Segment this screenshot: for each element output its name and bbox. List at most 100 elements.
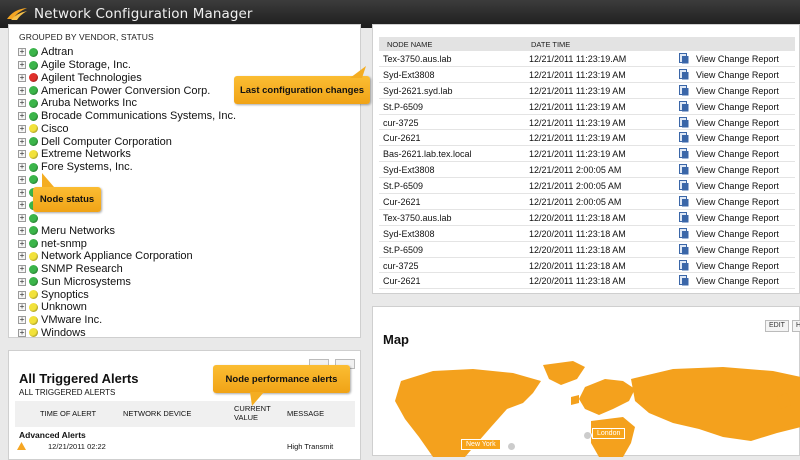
expand-icon[interactable]: + (18, 214, 26, 223)
expand-icon[interactable]: + (18, 328, 26, 337)
col-network-device[interactable]: NETWORK DEVICE (123, 409, 191, 418)
london-node-icon[interactable] (583, 431, 592, 440)
change-report-icon[interactable] (679, 243, 689, 255)
table-row[interactable]: St.P-6509 12/20/2011 11:23:18 AM View Chan… (379, 242, 795, 258)
view-change-report-link[interactable]: View Change Report (696, 165, 779, 175)
vendor-tree-item[interactable]: + SNMP Research (18, 263, 348, 276)
vendor-tree-item[interactable]: + Dell Computer Corporation (18, 135, 348, 148)
node-name-cell[interactable]: St.P-6509 (383, 102, 423, 112)
expand-icon[interactable]: + (18, 112, 26, 121)
table-row[interactable]: St.P-6509 12/21/2011 11:23:19 AM View Chan… (379, 99, 795, 115)
node-name-cell[interactable]: Bas-2621.lab.tex.local (383, 149, 472, 159)
map-help-button[interactable]: H (792, 320, 800, 332)
view-change-report-link[interactable]: View Change Report (696, 149, 779, 159)
view-change-report-link[interactable]: View Change Report (696, 229, 779, 239)
table-row[interactable]: Syd-Ext3808 12/21/2011 11:23:19 AM View Ch… (379, 67, 795, 83)
table-row[interactable]: St.P-6509 12/21/2011 2:00:05 AM View Chang… (379, 178, 795, 195)
table-row[interactable]: Cur-2621 12/21/2011 2:00:05 AM View Change… (379, 194, 795, 210)
expand-icon[interactable]: + (18, 265, 26, 274)
view-change-report-link[interactable]: View Change Report (696, 54, 779, 64)
vendor-tree-item[interactable]: + VMware Inc. (18, 314, 348, 327)
node-name-cell[interactable]: cur-3725 (383, 118, 419, 128)
col-message[interactable]: MESSAGE (287, 409, 324, 418)
vendor-tree-item[interactable]: + Meru Networks (18, 225, 348, 238)
expand-icon[interactable]: + (18, 61, 26, 70)
vendor-tree-item[interactable]: + Cisco (18, 123, 348, 136)
table-row[interactable]: Tex-3750.aus.lab 12/21/2011 11:23:19.AM Vi… (379, 51, 795, 67)
vendor-tree-item[interactable]: + net-snmp (18, 237, 348, 250)
expand-icon[interactable]: + (18, 86, 26, 95)
change-report-icon[interactable] (679, 211, 689, 223)
vendor-tree-item[interactable]: + Synoptics (18, 288, 348, 301)
expand-icon[interactable]: + (18, 124, 26, 133)
vendor-tree-item[interactable]: + (18, 212, 348, 225)
vendor-tree-item[interactable]: + Extreme Networks (18, 148, 348, 161)
expand-icon[interactable]: + (18, 175, 26, 184)
change-report-icon[interactable] (679, 196, 689, 207)
vendor-tree-item[interactable]: + Brocade Communications Systems, Inc. (18, 110, 348, 123)
change-report-icon[interactable] (679, 53, 689, 64)
vendor-tree-item[interactable]: + Fore Systems, Inc. (18, 161, 348, 174)
table-row[interactable]: Syd-2621.syd.lab 12/21/2011 11:23:19 AM Vi… (379, 83, 795, 99)
expand-icon[interactable]: + (18, 226, 26, 235)
vendor-tree-item[interactable]: + Sun Microsystems (18, 276, 348, 289)
map-label-london[interactable]: London (592, 428, 626, 439)
change-report-icon[interactable] (679, 100, 689, 112)
expand-icon[interactable]: + (18, 239, 26, 248)
view-change-report-link[interactable]: View Change Report (696, 102, 779, 112)
node-name-cell[interactable]: St.P-6509 (383, 245, 423, 255)
expand-icon[interactable]: + (18, 303, 26, 312)
expand-icon[interactable]: + (18, 99, 26, 108)
col-time-of-alert[interactable]: TIME OF ALERT (40, 409, 96, 418)
vendor-tree-item[interactable]: + Adtran (18, 46, 348, 59)
vendor-tree-item[interactable]: + Unknown (18, 301, 348, 314)
table-row[interactable]: Tex-3750.aus.lab 12/20/2011 11:23:18 AM Vi… (379, 210, 795, 226)
node-name-cell[interactable]: Tex-3750.aus.lab (383, 213, 452, 223)
view-change-report-link[interactable]: View Change Report (696, 86, 779, 96)
table-row[interactable]: Cur-2621 12/20/2011 11:23:18 AM View Chang… (379, 273, 795, 290)
view-change-report-link[interactable]: View Change Report (696, 213, 779, 223)
view-change-report-link[interactable]: View Change Report (696, 133, 779, 143)
expand-icon[interactable]: + (18, 73, 26, 82)
expand-icon[interactable]: + (18, 188, 26, 197)
node-name-cell[interactable]: St.P-6509 (383, 181, 423, 191)
table-row[interactable]: cur-3725 12/20/2011 11:23:18 AM View Chang… (379, 258, 795, 274)
view-change-report-link[interactable]: View Change Report (696, 118, 779, 128)
world-map[interactable]: New York London (373, 357, 800, 457)
change-report-icon[interactable] (679, 275, 689, 286)
change-report-icon[interactable] (679, 259, 689, 271)
expand-icon[interactable]: + (18, 252, 26, 261)
change-report-icon[interactable] (679, 180, 689, 191)
node-name-cell[interactable]: Cur-2621 (383, 197, 421, 207)
expand-icon[interactable]: + (18, 277, 26, 286)
change-report-icon[interactable] (679, 132, 689, 143)
expand-icon[interactable]: + (18, 316, 26, 325)
node-name-cell[interactable]: Syd-Ext3808 (383, 70, 435, 80)
view-change-report-link[interactable]: View Change Report (696, 276, 779, 286)
vendor-tree-item[interactable]: + Windows (18, 327, 348, 340)
node-name-cell[interactable]: Cur-2621 (383, 133, 421, 143)
change-report-icon[interactable] (679, 84, 689, 96)
change-report-icon[interactable] (679, 148, 689, 159)
node-name-cell[interactable]: Syd-2621.syd.lab (383, 86, 453, 96)
col-date-time[interactable]: DATE TIME (531, 40, 570, 49)
view-change-report-link[interactable]: View Change Report (696, 197, 779, 207)
expand-icon[interactable]: + (18, 137, 26, 146)
view-change-report-link[interactable]: View Change Report (696, 70, 779, 80)
expand-icon[interactable]: + (18, 201, 26, 210)
col-node-name[interactable]: NODE NAME (387, 40, 432, 49)
table-row[interactable]: Bas-2621.lab.tex.local 12/21/2011 11:23:1… (379, 146, 795, 163)
vendor-tree-item[interactable]: + Network Appliance Corporation (18, 250, 348, 263)
vendor-tree-item[interactable]: + (18, 174, 348, 187)
view-change-report-link[interactable]: View Change Report (696, 245, 779, 255)
change-report-icon[interactable] (679, 227, 689, 239)
map-label-new-york[interactable]: New York (461, 439, 501, 450)
map-edit-button[interactable]: EDIT (765, 320, 789, 332)
expand-icon[interactable]: + (18, 290, 26, 299)
node-name-cell[interactable]: Syd-Ext3808 (383, 165, 435, 175)
vendor-tree-item[interactable]: + Agile Storage, Inc. (18, 59, 348, 72)
table-row[interactable]: cur-3725 12/21/2011 11:23:19 AM View Chang… (379, 115, 795, 131)
expand-icon[interactable]: + (18, 150, 26, 159)
table-row[interactable]: Syd-Ext3808 12/21/2011 2:00:05 AM View Cha… (379, 162, 795, 179)
table-row[interactable]: Cur-2621 12/21/2011 11:23:19 AM View Chang… (379, 130, 795, 147)
